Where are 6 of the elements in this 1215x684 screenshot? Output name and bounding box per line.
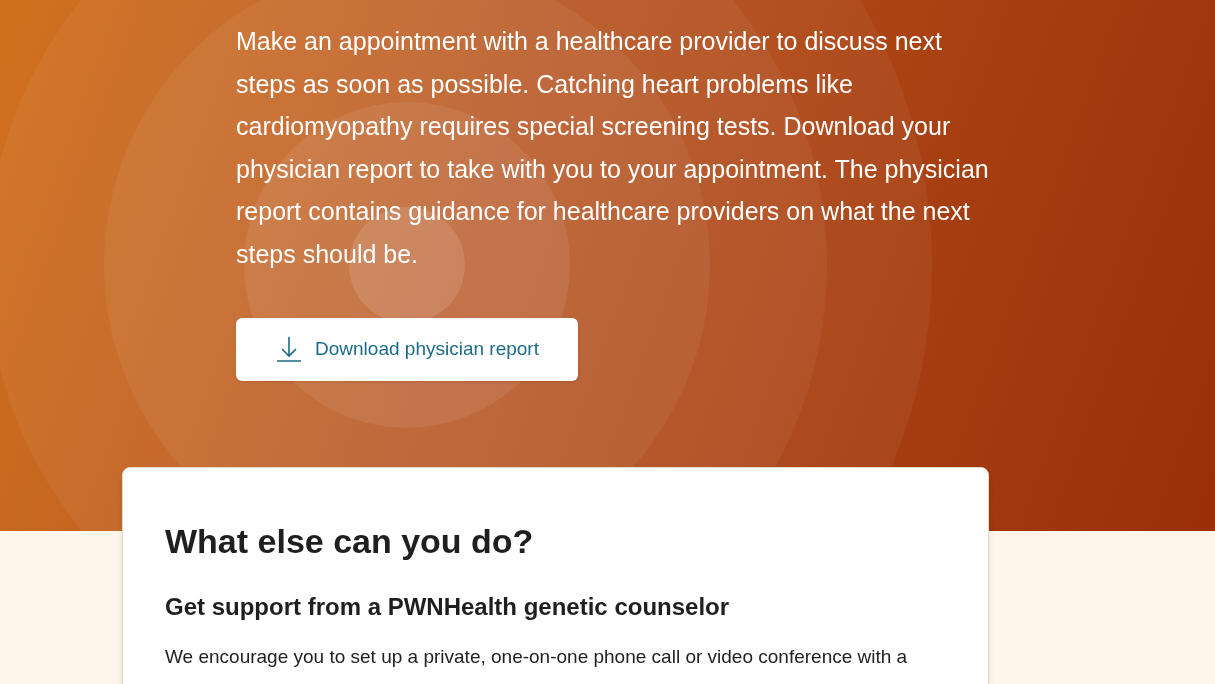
- section-text: We encourage you to set up a private, one-on-one phone call or video conference with a: [165, 645, 909, 669]
- section-heading: Get support from a PWNHealth genetic counselor: [165, 592, 731, 622]
- card-title: What else can you do?: [165, 521, 535, 562]
- download-report-button[interactable]: Download physician report: [236, 317, 578, 381]
- download-icon: [275, 335, 304, 364]
- hero-message: Make an appointment with a healthcare provider to discuss next steps as soon as possible. Catching heart problems like cardiomyopathy requires special screening tests. Download your physician report to take with you to your appointment. The physician report contains guidance for healthcare providers on what the next steps should be.: [236, 26, 990, 270]
